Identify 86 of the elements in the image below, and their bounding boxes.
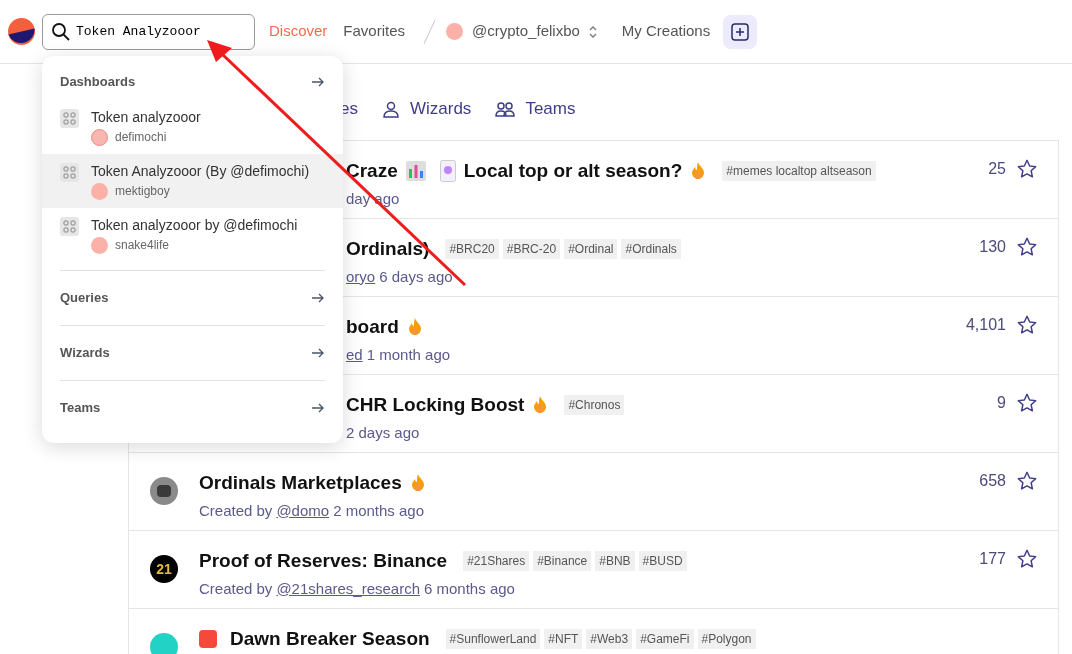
created-by-label: Created by	[199, 578, 273, 599]
tab[interactable]: Wizards	[381, 96, 472, 122]
star-icon[interactable]	[1016, 548, 1038, 570]
section-header[interactable]: Teams	[60, 381, 325, 435]
tag[interactable]: #BRC-20	[502, 239, 561, 260]
author-link[interactable]: @21shares_research	[276, 577, 420, 600]
star-count: 177	[979, 549, 1006, 569]
created-by-label: Created by	[199, 500, 273, 521]
dashboard-title[interactable]: board	[346, 313, 399, 342]
arrow-right-icon	[311, 75, 325, 89]
result-title: Token analyzooor	[91, 108, 201, 127]
section-header[interactable]: Queries	[60, 271, 325, 325]
tag[interactable]: #Ordinals	[621, 239, 681, 260]
account-avatar	[446, 23, 464, 40]
section-header[interactable]: Wizards	[60, 326, 325, 380]
star-count: 4,101	[965, 315, 1006, 335]
create-button[interactable]	[723, 14, 758, 49]
star-count: 130	[979, 237, 1006, 257]
author-link[interactable]: @domo	[276, 499, 330, 522]
users-icon	[495, 100, 516, 118]
list-row[interactable]: Dawn Breaker Season #SunflowerLand #NFT #Web3 #GameFi #Polygon	[129, 609, 1058, 654]
avatar-icon	[150, 633, 178, 654]
time-ago: 1 month ago	[366, 344, 451, 365]
arrow-right-icon	[311, 401, 325, 415]
nav-link[interactable]: Favorites	[343, 20, 406, 43]
avatar-icon	[150, 477, 178, 505]
plus-square-icon	[731, 22, 750, 41]
search-icon	[51, 21, 71, 42]
tag[interactable]: #Ordinal	[564, 239, 618, 260]
star-icon[interactable]	[1016, 236, 1038, 258]
bar-chart-icon	[405, 161, 426, 182]
tag[interactable]: #GameFi	[636, 629, 694, 650]
section-title: Dashboards	[60, 73, 136, 92]
star-icon[interactable]	[1016, 470, 1038, 492]
time-ago: 2 months ago	[333, 500, 425, 521]
tab[interactable]: Teams	[495, 96, 576, 122]
section-title: Queries	[60, 289, 109, 308]
account-switcher[interactable]: @crypto_felixbo	[472, 20, 598, 43]
tag[interactable]: #memes localtop altseason	[722, 161, 876, 182]
section-title: Teams	[60, 399, 101, 418]
star-count: 9	[997, 393, 1006, 413]
dashboard-title[interactable]: Craze	[346, 157, 398, 186]
dashboard-icon	[60, 109, 79, 128]
tag[interactable]: #Binance	[533, 551, 592, 572]
my-creations-link[interactable]: My Creations	[621, 20, 711, 43]
author-link[interactable]: ed	[346, 343, 363, 366]
avatar-logo: 21	[150, 555, 178, 583]
dashboard-icon	[60, 163, 79, 182]
section-title: Wizards	[60, 344, 110, 363]
search-field[interactable]: Token Analyzooor	[42, 13, 255, 50]
card-icon	[439, 160, 456, 183]
list-row[interactable]: Ordinals Marketplaces Created by @domo 2 months ago 658	[129, 453, 1058, 531]
chevron-updown-icon	[587, 24, 598, 39]
tag[interactable]: #SunflowerLand	[445, 629, 541, 650]
time-ago: 6 days ago	[379, 266, 453, 287]
tag[interactable]: #Polygon	[697, 629, 756, 650]
author-link[interactable]: oryo	[346, 265, 376, 288]
search-result[interactable]: Token Analyzooor (By @defimochi) mektigboy	[42, 154, 343, 208]
tag[interactable]: #Chronos	[564, 395, 625, 416]
tag[interactable]: #21Shares	[463, 551, 530, 572]
tag[interactable]: #BUSD	[638, 551, 687, 572]
star-icon[interactable]	[1016, 158, 1038, 180]
tag[interactable]: #Web3	[586, 629, 633, 650]
time-ago: 2 days ago	[346, 422, 420, 443]
time-ago: 6 months ago	[424, 578, 515, 599]
arrow-right-icon	[311, 346, 325, 360]
dashboard-title[interactable]: Ordinals)	[346, 235, 430, 264]
star-count: 25	[988, 159, 1006, 179]
logo-icon[interactable]	[8, 18, 35, 45]
tag[interactable]: #BNB	[595, 551, 635, 572]
dashboard-title[interactable]: CHR Locking Boost	[346, 391, 525, 420]
dashboard-title[interactable]: Local top or alt season?	[463, 157, 683, 186]
star-icon[interactable]	[1016, 314, 1038, 336]
tag[interactable]: #BRC20	[445, 239, 499, 260]
arrow-right-icon	[311, 291, 325, 305]
tag[interactable]: #NFT	[544, 629, 583, 650]
dashboard-title[interactable]: Dawn Breaker Season	[230, 625, 430, 654]
star-icon[interactable]	[1016, 392, 1038, 414]
dashboard-title[interactable]: Proof of Reserves: Binance	[199, 547, 448, 576]
list-row[interactable]: 21 Proof of Reserves: Binance #21Shares #Binance #BNB #BUSD Created by @21shares_research 6 months ago 177	[129, 531, 1058, 609]
dashboard-title[interactable]: Ordinals Marketplaces	[199, 469, 402, 498]
section-header[interactable]: Dashboards	[60, 64, 325, 100]
user-icon	[381, 100, 400, 118]
star-count: 658	[979, 471, 1006, 491]
avatar-icon	[91, 128, 108, 146]
dashboard-icon	[60, 217, 79, 236]
